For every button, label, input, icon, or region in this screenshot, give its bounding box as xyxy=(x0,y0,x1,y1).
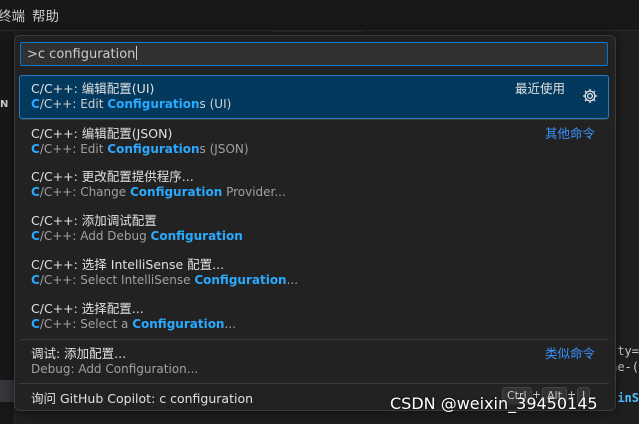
command-title: C/C++: 选择配置... xyxy=(31,301,144,316)
command-group-label: 最近使用 xyxy=(514,81,565,96)
command-description: C/C++: Edit Configurations (JSON) xyxy=(31,142,249,156)
background-code-line: inS xyxy=(617,391,639,405)
command-title: 调试: 添加配置... xyxy=(31,346,127,361)
description-text: Provider... xyxy=(222,185,286,199)
match-highlight: C xyxy=(31,229,40,243)
match-highlight: C xyxy=(31,142,40,156)
command-item[interactable]: C/C++: 选择 IntelliSense 配置... C/C++: Selec… xyxy=(19,251,609,295)
menu-help[interactable]: 帮助 xyxy=(32,5,66,25)
match-highlight: C xyxy=(31,317,40,331)
background-sidebar: N xyxy=(0,31,15,424)
match-highlight: C xyxy=(31,273,40,287)
command-item[interactable]: C/C++: 更改配置提供程序... C/C++: Change Configur… xyxy=(19,163,609,207)
description-text: /C++: Edit xyxy=(39,142,108,156)
match-highlight: C xyxy=(31,97,40,111)
match-highlight: Configuration xyxy=(129,185,223,199)
background-tab-indicator xyxy=(272,30,362,32)
command-item[interactable]: C/C++: 编辑配置(UI) C/C++: Edit Configuration… xyxy=(19,75,609,119)
description-text: /C++: Change xyxy=(39,185,130,199)
command-description: C/C++: Change Configuration Provider... xyxy=(31,185,286,199)
command-palette-input-value: >c configuration xyxy=(27,47,136,62)
background-sidebar-selected-row xyxy=(0,380,14,402)
description-text: s (UI) xyxy=(199,97,232,111)
command-item[interactable]: 调试: 添加配置... Debug: Add Configuration... 类似… xyxy=(19,339,609,384)
command-group-label: 类似命令 xyxy=(544,346,595,361)
description-text: /C++: Select IntelliSense xyxy=(39,273,195,287)
description-text: /C++: Edit xyxy=(39,97,108,111)
match-highlight: Configuration xyxy=(107,142,200,156)
command-description: C/C++: Select a Configuration... xyxy=(31,317,236,331)
ask-copilot-label: 询问 GitHub Copilot: c configuration xyxy=(31,391,254,406)
command-group-label: 其他命令 xyxy=(544,126,595,141)
command-item[interactable]: C/C++: 选择配置... C/C++: Select a Configurat… xyxy=(19,295,609,339)
description-text: /C++: Add Debug xyxy=(39,229,151,243)
match-highlight: Configuration xyxy=(194,273,287,287)
background-sidebar-letter: N xyxy=(0,99,9,110)
description-text: /C++: Select a xyxy=(39,317,133,331)
command-title: C/C++: 编辑配置(JSON) xyxy=(31,126,173,141)
command-description: C/C++: Select IntelliSense Configuration… xyxy=(31,273,298,287)
command-item[interactable]: C/C++: 编辑配置(JSON) C/C++: Edit Configurati… xyxy=(19,119,609,164)
match-highlight: Configuration xyxy=(150,229,243,243)
match-highlight: Configuration xyxy=(107,97,200,111)
description-text: s (JSON) xyxy=(199,142,249,156)
command-title: C/C++: 编辑配置(UI) xyxy=(31,81,155,96)
command-palette-input[interactable]: >c configuration xyxy=(20,42,608,66)
watermark: CSDN @weixin_39450145 xyxy=(390,394,598,413)
menu-terminal[interactable]: 终端 xyxy=(0,5,32,25)
command-title: C/C++: 更改配置提供程序... xyxy=(31,169,194,184)
menu-bar: 终端 帮助 xyxy=(0,0,639,31)
gear-icon[interactable] xyxy=(581,87,599,105)
command-description: C/C++: Edit Configurations (UI) xyxy=(31,97,231,111)
description-text: ... xyxy=(286,273,299,287)
command-item[interactable]: C/C++: 添加调试配置 C/C++: Add Debug Configurat… xyxy=(19,207,609,251)
command-title: C/C++: 选择 IntelliSense 配置... xyxy=(31,257,225,272)
text-caret xyxy=(136,46,138,60)
command-palette: >c configuration C/C++: 编辑配置(UI) C/C++: E… xyxy=(14,35,616,411)
command-description: Debug: Add Configuration... xyxy=(31,362,198,376)
match-highlight: Configuration xyxy=(132,317,225,331)
command-description: C/C++: Add Debug Configuration xyxy=(31,229,243,243)
command-title: C/C++: 添加调试配置 xyxy=(31,213,157,228)
description-text: Debug: Add Configuration... xyxy=(31,362,199,376)
match-highlight: C xyxy=(31,185,40,199)
description-text: ... xyxy=(224,317,236,331)
